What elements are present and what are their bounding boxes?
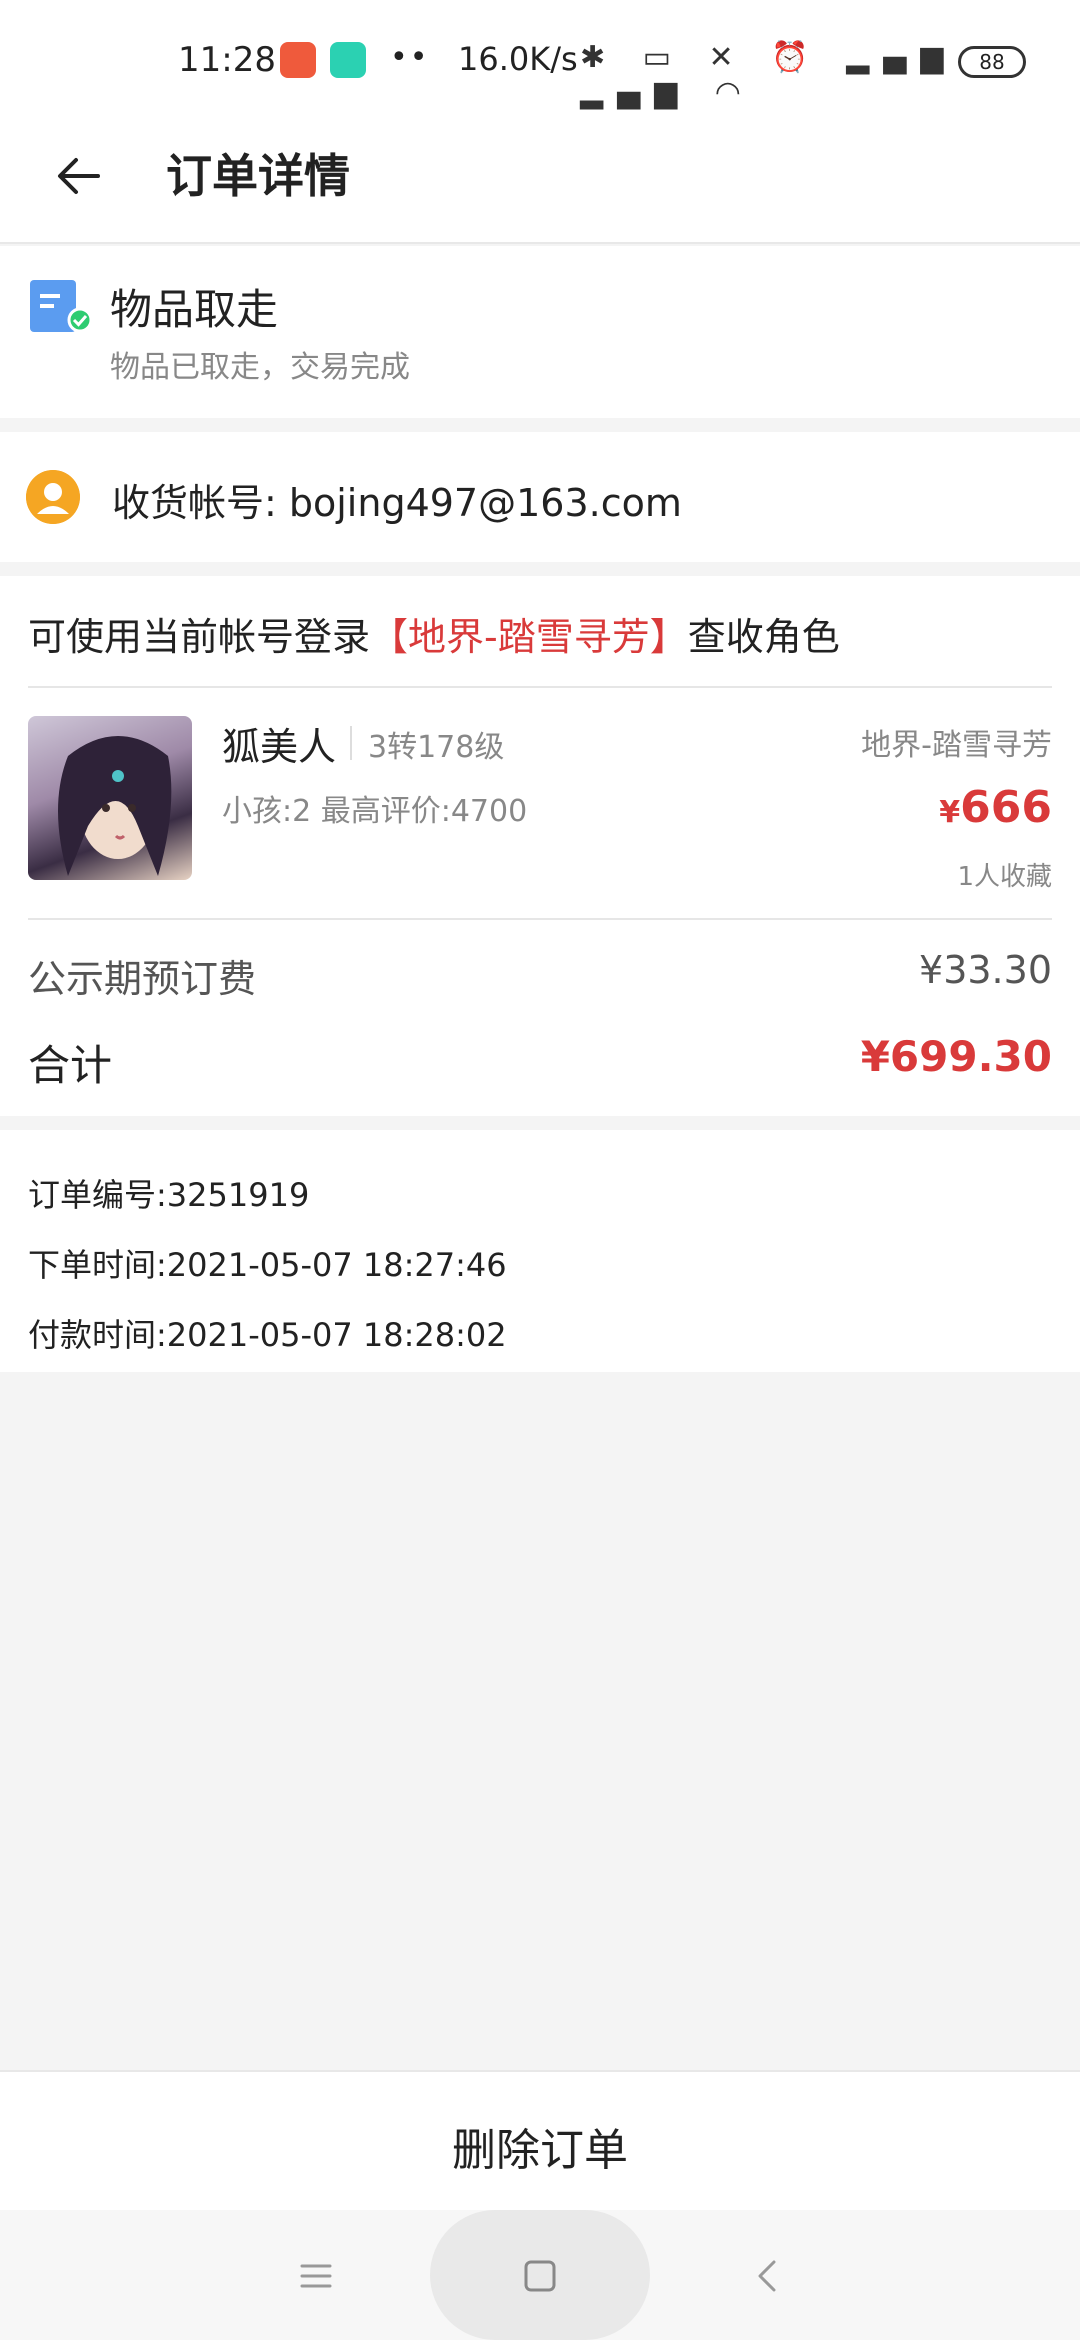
preorder-fee-value: ¥33.30 [919,948,1052,992]
preorder-fee-label: 公示期预订费 [28,957,257,1001]
receiving-account-card: 收货帐号: bojing497@163.com [0,432,1080,562]
more-notifications-icon: •• [390,40,430,75]
status-bar: 11:28 •• 16.0K/s ✱ ▭ ✕ ⏰ ▂▄▆ ▂▄▆ ◠ 88 [0,0,1080,120]
login-hint: 可使用当前帐号登录【地界-踏雪寻芳】查收角色 [28,606,840,661]
favorites-count: 1人收藏 [957,862,1052,892]
back-nav-icon[interactable] [740,2248,796,2304]
item-price: ¥666 [939,782,1052,833]
character-level: 3转178级 [368,730,505,765]
divider [28,918,1052,920]
home-icon[interactable] [512,2248,568,2304]
server-name: 地界-踏雪寻芳 [861,728,1052,763]
login-hint-prefix: 可使用当前帐号登录 [28,615,371,659]
recent-apps-icon[interactable] [288,2248,344,2304]
total-value: ¥699.30 [860,1032,1052,1081]
character-portrait-image [58,736,172,876]
app-bar: 订单详情 [0,120,1080,244]
order-paid-time: 付款时间:2021-05-07 18:28:02 [28,1316,507,1354]
user-avatar-icon [26,470,80,524]
bottom-action-bar: 删除订单 [0,2070,1080,2210]
login-hint-suffix: 查收角色 [687,615,840,659]
order-status-title: 物品取走 [110,285,279,334]
character-avatar[interactable] [28,716,192,880]
status-time: 11:28 [178,40,276,80]
order-status-card: 物品取走 物品已取走，交易完成 [0,246,1080,418]
network-speed: 16.0K/s [458,40,578,78]
order-info-card: 订单编号:3251919 下单时间:2021-05-07 18:27:46 付款… [0,1130,1080,1372]
netease-music-icon [280,42,316,78]
character-name: 狐美人 [222,725,337,769]
divider [28,686,1052,688]
system-nav-bar [0,2210,1080,2340]
price-value: 666 [960,782,1052,833]
total-label: 合计 [28,1041,113,1090]
item-card: 可使用当前帐号登录【地界-踏雪寻芳】查收角色 狐美人 3转178级 小孩:2 最… [0,576,1080,1116]
name-separator [350,726,352,760]
order-status-subtitle: 物品已取走，交易完成 [110,350,410,385]
battery-icon: 88 [958,46,1026,78]
shield-app-icon [330,42,366,78]
character-stats: 小孩:2 最高评价:4700 [222,794,528,829]
login-hint-server: 【地界-踏雪寻芳】 [370,615,688,659]
completed-document-icon [30,280,92,333]
order-number: 订单编号:3251919 [28,1176,310,1214]
price-currency: ¥ [939,795,961,830]
order-created-time: 下单时间:2021-05-07 18:27:46 [28,1246,507,1284]
delete-order-button[interactable]: 删除订单 [0,2114,1080,2178]
page-title: 订单详情 [166,149,350,203]
receiving-account-text: 收货帐号: bojing497@163.com [112,481,682,525]
back-arrow-icon[interactable] [50,146,110,206]
